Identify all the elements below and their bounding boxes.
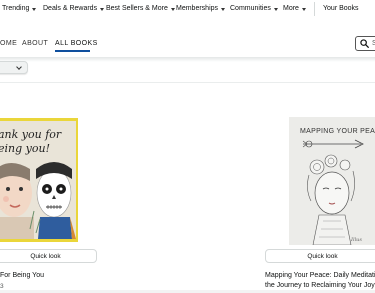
caret-down-icon [170,7,175,11]
nav-best-sellers[interactable]: Best Sellers & More [106,5,175,12]
cover-title-text: MAPPING YOUR PEACE [300,128,375,135]
nav-your-books-label: Your Books [323,5,359,12]
nav-deals-rewards[interactable]: Deals & Rewards [43,5,105,12]
store-search-input[interactable]: S [355,36,375,51]
product-title-line1: Mapping Your Peace: Daily Meditati [265,272,375,279]
active-tab-underline [55,50,90,52]
caret-down-icon [221,7,226,11]
cover-signature: Illus [350,237,362,243]
nav-divider [314,2,315,16]
nav-deals-label: Deals & Rewards [43,5,98,12]
cover-illustration-icon: ank you for eing you! [0,121,76,239]
store-nav-about[interactable]: ABOUT [22,40,48,47]
nav-memberships[interactable]: Memberships [176,5,226,12]
top-navigation: Trending Deals & Rewards Best Sellers & … [0,0,375,17]
caret-down-icon [32,7,37,11]
store-nav-all-books[interactable]: ALL BOOKS [55,40,98,47]
product-title[interactable]: For Being You [0,271,44,281]
quick-look-button[interactable]: Quick look [0,249,97,263]
nav-more-label: More [283,5,299,12]
nav-communities-label: Communities [230,5,271,12]
nav-your-books[interactable]: Your Books [323,5,359,12]
nav-more[interactable]: More [283,5,306,12]
search-icon [360,39,369,48]
cover-illustration-icon: MAPPING YOUR PEACE Illus [289,117,375,245]
book-cover-artwork: ank you for eing you! [0,121,76,239]
product-title[interactable]: Mapping Your Peace: Daily Meditati the J… [265,271,375,290]
nav-memberships-label: Memberships [176,5,219,12]
nav-trending-label: Trending [2,5,30,12]
quick-look-button[interactable]: Quick look [265,249,375,263]
caret-down-icon [273,7,278,11]
store-nav-home[interactable]: OME [0,40,17,47]
nav-best-sellers-label: Best Sellers & More [106,5,168,12]
caret-down-icon [100,7,105,11]
product-title-line2: the Journey to Reclaiming Your Joy [265,281,375,289]
section-divider [0,82,375,83]
nav-communities[interactable]: Communities [230,5,278,12]
book-cover-thank-you[interactable]: ank you for eing you! [0,118,78,242]
chevron-down-icon [16,64,22,70]
cover-title-line1: ank you for [0,128,62,141]
product-subtitle: 3 [0,283,4,290]
nav-trending[interactable]: Trending [2,5,37,12]
sort-dropdown[interactable] [0,61,28,74]
book-cover-mapping-your-peace[interactable]: MAPPING YOUR PEACE Illus [289,117,375,245]
cover-title-line2: eing you! [0,142,50,155]
caret-down-icon [301,7,306,11]
header-shadow [0,57,375,62]
